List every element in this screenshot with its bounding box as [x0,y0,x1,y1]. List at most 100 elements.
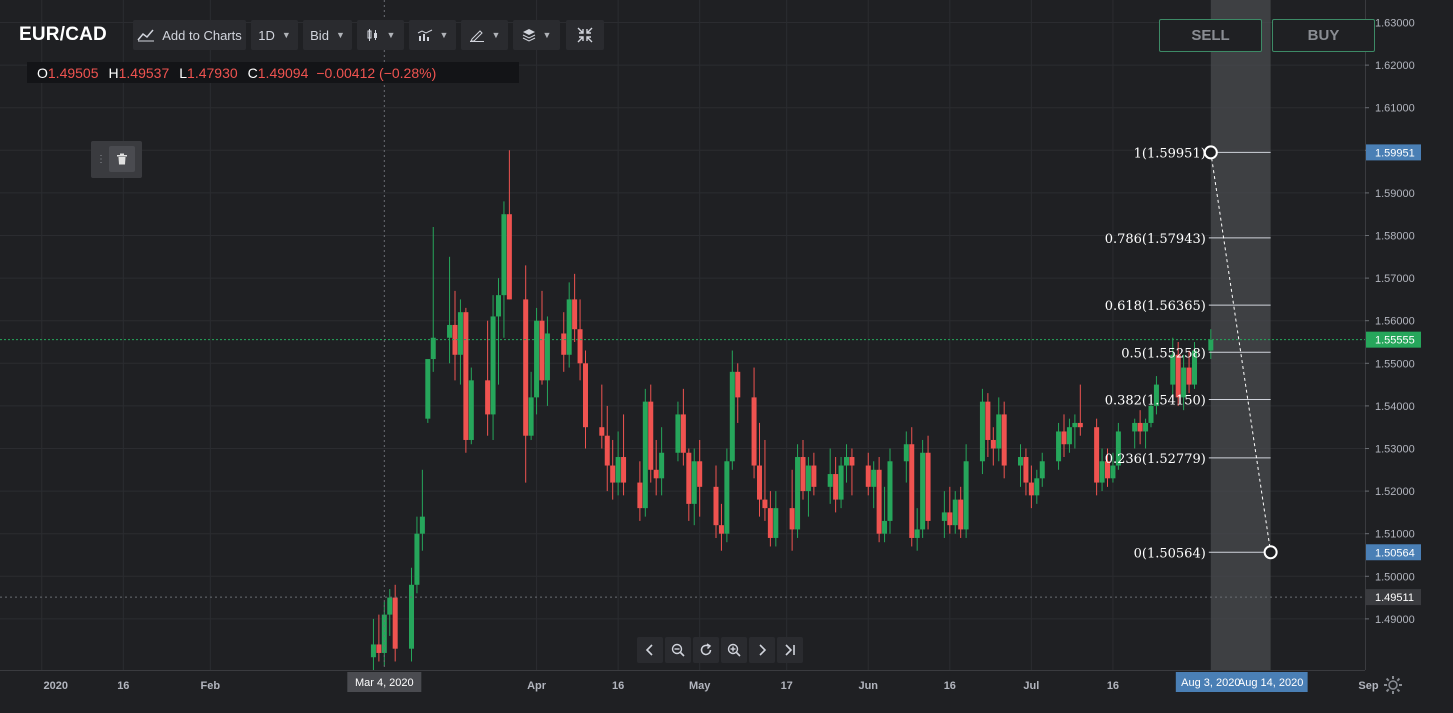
candle-body [729,371,735,462]
delete-drawing-button[interactable] [109,146,135,172]
indicators-icon [417,29,432,41]
low-value: 1.47930 [187,64,238,81]
candle-body [800,457,806,492]
candle-body [599,427,605,436]
candle-body [990,439,996,449]
candle-body [425,359,431,419]
candle-body [1186,367,1192,385]
candle-body [642,401,648,509]
candle-body [485,380,491,415]
chevron-left-icon [645,644,653,656]
draw-icon [469,30,484,42]
zoom-in-icon [727,643,741,657]
chart-area[interactable]: 1(1.59951) 0.786(1.57943) 0.618(1.56365) 0.… [0,0,1453,713]
low-label: L [179,64,188,81]
candle-body [675,414,681,453]
chevron-right-icon [759,644,767,656]
candle-body [757,465,762,500]
collapse-icon [577,27,593,43]
chevron-down-icon: ▼ [542,30,552,40]
high-value: 1.49537 [118,64,170,81]
add-to-charts-label: Add to Charts [162,27,242,43]
trash-icon [117,153,127,165]
buy-button[interactable]: BUY [1272,19,1375,52]
y-tick-label: 1.63000 [1375,18,1415,30]
candle-body [844,457,849,466]
candle-body [713,486,719,526]
candle-body [1001,414,1007,466]
add-to-charts-button[interactable]: Add to Charts [133,20,246,50]
y-tick-label: 1.53000 [1375,443,1415,455]
interval-select[interactable]: 1D ▼ [251,20,298,50]
candle-body [680,414,686,453]
candle-body [1137,422,1143,432]
interval-label: 1D [258,27,275,43]
ohlc-legend: O 1.49505 H 1.49537 L 1.47930 C 1.49094 −0.0… [27,62,519,83]
candle-body [392,597,398,649]
zoom-in-button[interactable] [721,637,747,663]
candle-body [1072,422,1078,428]
scroll-left-button[interactable] [637,637,663,663]
chevron-down-icon: ▼ [491,30,501,40]
zoom-out-icon [671,643,685,657]
candle-body [865,465,871,487]
zoom-out-button[interactable] [665,637,691,663]
candle-body [735,371,741,398]
candle-body [604,435,610,466]
drawing-toolbar[interactable]: ⋮⋮ [91,141,142,178]
candle-body [583,363,588,428]
sell-button[interactable]: SELL [1159,19,1262,52]
x-tick-label: Feb [201,680,221,692]
open-value: 1.49505 [47,64,99,81]
indicators-button[interactable]: ▼ [409,20,456,50]
candle-body [1143,422,1149,432]
close-label: C [247,64,258,81]
candle-body [1208,339,1214,351]
candle-body [1023,457,1029,483]
crosshair-date-label: Mar 4, 2020 [355,677,414,689]
candle-body [615,457,621,483]
candle-body [496,295,501,317]
jump-to-end-button[interactable] [777,637,803,663]
candle-body [1132,422,1138,432]
scroll-right-button[interactable] [749,637,775,663]
x-tick-label: 17 [781,680,793,692]
candle-body [914,529,920,538]
gear-icon[interactable] [1383,675,1403,695]
candle-body [773,508,779,538]
price-axis: 1.630001.620001.610001.600001.590001.580… [1365,0,1453,670]
candle-body [387,597,393,615]
x-tick-label: Jun [858,680,878,692]
y-tick-label: 1.59000 [1375,188,1415,200]
candle-body [463,312,469,440]
candle-body [811,465,817,487]
candle-body [963,461,969,530]
price-type-label: Bid [310,27,329,43]
price-type-select[interactable]: Bid ▼ [303,20,352,50]
candle-body [414,533,420,585]
candle-body [1077,422,1083,428]
candle-body [566,299,572,355]
candle-body [528,397,534,436]
x-tick-label: 16 [612,680,624,692]
chart-navigation [637,637,805,663]
layers-button[interactable]: ▼ [513,20,560,50]
candle-body [1056,431,1062,462]
chart-type-button[interactable]: ▼ [357,20,404,50]
y-tick-label: 1.55000 [1375,358,1415,370]
candle-body [523,299,529,436]
draw-tools-button[interactable]: ▼ [461,20,508,50]
candle-body [985,401,991,440]
candle-body [468,380,474,440]
candle-body [903,444,909,462]
range-end-label: Aug 14, 2020 [1238,677,1303,689]
reset-button[interactable] [693,637,719,663]
collapse-button[interactable] [566,20,604,50]
candle-body [621,457,627,483]
x-tick-label: 2020 [44,680,68,692]
candle-body [648,401,654,470]
candle-body [577,329,583,364]
candle-body [544,333,550,381]
candle-body [490,316,496,415]
y-tick-label: 1.58000 [1375,231,1415,243]
